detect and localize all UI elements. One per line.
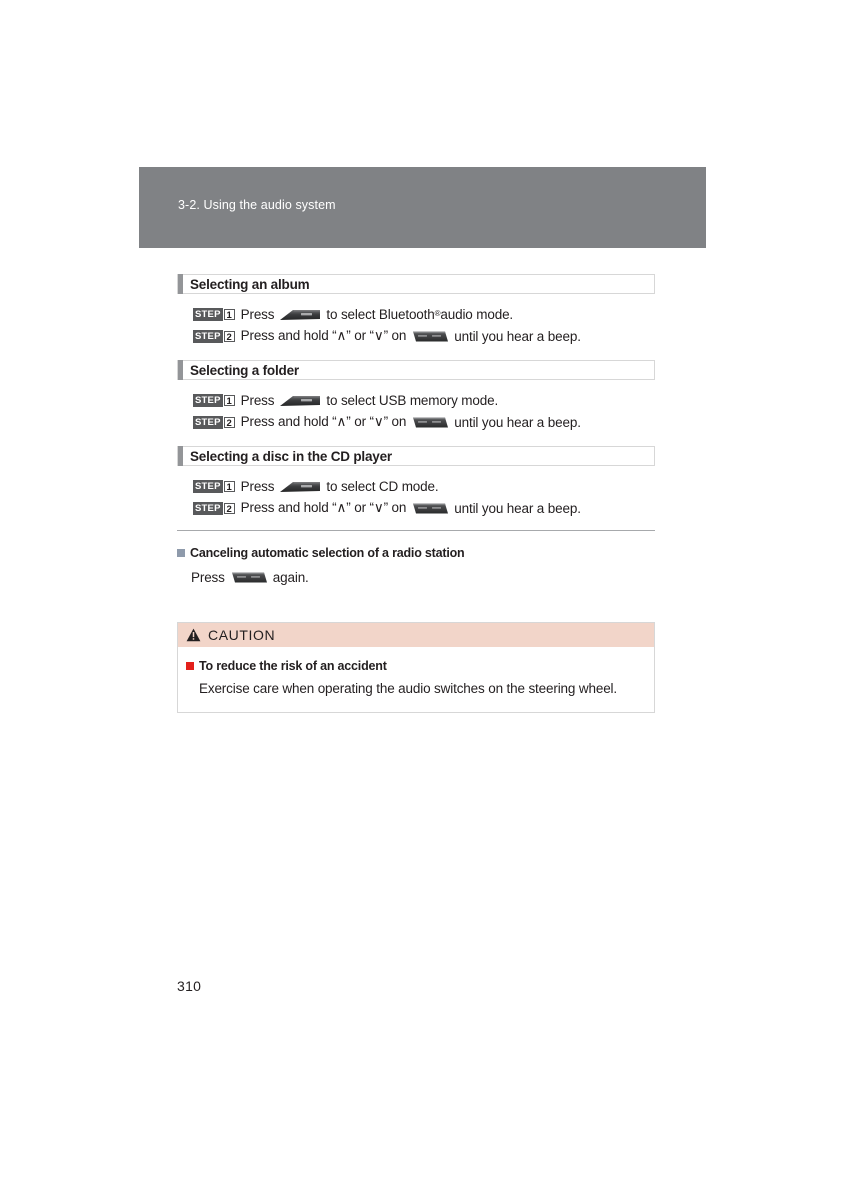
- step-text-after: to select USB memory mode.: [326, 392, 499, 408]
- section-header-disc: Selecting a disc in the CD player: [177, 445, 655, 466]
- audio-mode-switch-icon: [279, 480, 321, 493]
- step-text-before: Press and hold “∧” or “∨” on: [240, 328, 407, 343]
- audio-mode-switch-icon: [279, 394, 321, 407]
- step-badge-number: 1: [223, 480, 235, 493]
- step-badge-number: 2: [223, 502, 235, 515]
- audio-mode-switch-icon: [279, 308, 321, 321]
- step-badge-number: 1: [223, 308, 235, 321]
- subsection-title: Canceling automatic selection of a radio…: [190, 546, 465, 560]
- steps-folder: STEP 1 Press to select USB memory mode. …: [177, 380, 655, 433]
- seek-track-switch-icon: [411, 329, 449, 344]
- step-text-after: until you hear a beep.: [454, 328, 581, 344]
- step-text-after: to select Bluetooth: [326, 306, 435, 322]
- step-text-before: Press: [240, 392, 275, 408]
- caution-item-title-text: To reduce the risk of an accident: [199, 659, 387, 673]
- step-row: STEP 2 Press and hold “∧” or “∨” on unti…: [193, 497, 655, 519]
- step-text-before: Press and hold “∧” or “∨” on: [240, 414, 407, 429]
- step-text-before: Press: [240, 306, 275, 322]
- step-text-after: until you hear a beep.: [454, 500, 581, 516]
- step-badge: STEP 2: [193, 329, 236, 343]
- section-divider: [177, 530, 655, 531]
- step-text-after: until you hear a beep.: [454, 414, 581, 430]
- section-header-album: Selecting an album: [177, 273, 655, 294]
- seek-track-switch-icon: [411, 501, 449, 516]
- step-badge-word: STEP: [193, 479, 223, 493]
- section-header-folder: Selecting a folder: [177, 359, 655, 380]
- step-badge-word: STEP: [193, 307, 223, 321]
- warning-triangle-icon: [186, 628, 201, 642]
- section-title-disc: Selecting a disc in the CD player: [190, 448, 392, 464]
- step-badge-word: STEP: [193, 393, 223, 407]
- section-title-album: Selecting an album: [190, 276, 310, 292]
- page-content: Selecting an album STEP 1 Press to selec…: [177, 273, 655, 713]
- step-badge: STEP 2: [193, 501, 236, 515]
- step-row: STEP 1 Press to select USB memory mode.: [193, 389, 655, 411]
- seek-track-switch-icon: [230, 570, 268, 585]
- step-badge-word: STEP: [193, 329, 223, 343]
- step-badge-word: STEP: [193, 501, 223, 515]
- step-text-before: Press: [240, 478, 275, 494]
- subsection-heading: Canceling automatic selection of a radio…: [177, 546, 655, 560]
- step-badge: STEP 1: [193, 479, 236, 493]
- caution-item-heading: To reduce the risk of an accident: [178, 659, 654, 673]
- step-badge-number: 2: [223, 330, 235, 343]
- square-bullet-icon: [177, 549, 185, 557]
- step-text-before: Press and hold “∧” or “∨” on: [240, 500, 407, 515]
- step-row: STEP 1 Press to select CD mode.: [193, 475, 655, 497]
- step-row: STEP 1 Press to select Bluetooth ® audio…: [193, 306, 514, 322]
- step-badge-word: STEP: [193, 415, 223, 429]
- steps-disc: STEP 1 Press to select CD mode. STEP 2 P…: [177, 466, 655, 519]
- chapter-banner: 3-2. Using the audio system: [139, 167, 706, 248]
- step-badge-number: 2: [223, 416, 235, 429]
- caution-label: CAUTION: [208, 627, 276, 643]
- subsection-text-before: Press: [191, 569, 225, 585]
- subsection-text-after: again.: [272, 569, 309, 585]
- step-badge: STEP 1: [193, 393, 236, 407]
- step-row: STEP 2 Press and hold “∧” or “∨” on unti…: [193, 411, 655, 433]
- step-badge-number: 1: [223, 394, 235, 407]
- section-title-folder: Selecting a folder: [190, 362, 299, 378]
- steps-album: STEP 1 Press to select Bluetooth ® audio…: [177, 294, 655, 347]
- step-text-after: to select CD mode.: [326, 478, 439, 494]
- subsection-instruction: Press again.: [177, 566, 655, 588]
- step-badge: STEP 2: [193, 415, 236, 429]
- step-row: STEP 2 Press and hold “∧” or “∨” on unti…: [193, 325, 655, 347]
- chapter-banner-title: 3-2. Using the audio system: [178, 198, 336, 212]
- step-badge: STEP 1: [193, 307, 236, 321]
- caution-item-body-text: Exercise care when operating the audio s…: [199, 681, 618, 696]
- caution-body: To reduce the risk of an accident Exerci…: [178, 647, 654, 712]
- page-number: 310: [177, 978, 202, 994]
- step-text-tail: audio mode.: [440, 306, 514, 322]
- caution-box: CAUTION To reduce the risk of an acciden…: [177, 622, 655, 713]
- seek-track-switch-icon: [411, 415, 449, 430]
- caution-header: CAUTION: [178, 623, 654, 647]
- red-square-bullet-icon: [186, 662, 194, 670]
